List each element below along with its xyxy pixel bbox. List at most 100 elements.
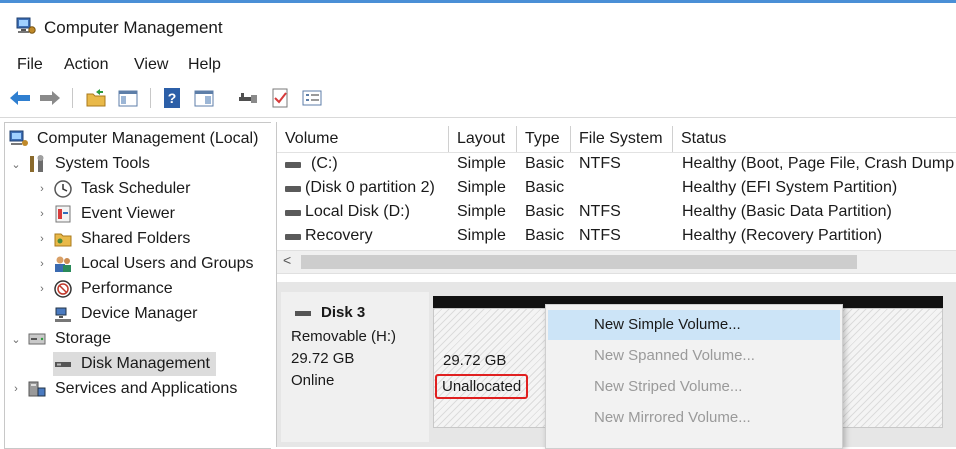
tree-item-label: System Tools	[55, 155, 150, 172]
drive-icon	[285, 162, 301, 168]
drive-icon	[285, 210, 301, 216]
unallocated-size: 29.72 GB	[443, 352, 507, 369]
tree-item-local-users[interactable]: › Local Users and Groups	[35, 252, 254, 276]
volume-file-system: NTFS	[579, 155, 621, 172]
disk-size: 29.72 GB	[291, 350, 355, 367]
unallocated-label: Unallocated	[435, 374, 529, 399]
tree-item-system-tools[interactable]: ⌄ System Tools	[9, 152, 150, 176]
disk-management-icon	[53, 354, 73, 374]
scroll-left-arrow[interactable]: <	[283, 252, 291, 268]
tree-item-performance[interactable]: › Performance	[35, 277, 173, 301]
tree-item-root[interactable]: Computer Management (Local)	[9, 127, 258, 151]
back-arrow-icon[interactable]	[8, 86, 32, 110]
tree-item-label: Local Users and Groups	[81, 255, 254, 272]
chevron-right-icon[interactable]: ›	[35, 183, 49, 195]
menu-item-new-simple-volume[interactable]: New Simple Volume...	[548, 310, 840, 340]
volume-layout: Simple	[457, 203, 506, 220]
menu-item-new-striped-volume[interactable]: New Striped Volume...	[548, 372, 840, 402]
volume-file-system: NTFS	[579, 227, 621, 244]
volume-name: Local Disk (D:)	[305, 203, 410, 220]
volume-row[interactable]: (Disk 0 partition 2) Simple Basic Health…	[277, 177, 956, 201]
toolbar: ?	[0, 82, 956, 114]
chevron-down-icon[interactable]: ⌄	[9, 158, 23, 171]
column-header-status[interactable]: Status	[673, 126, 956, 152]
tree-item-task-scheduler[interactable]: › Task Scheduler	[35, 177, 190, 201]
tree-item-services[interactable]: › Services and Applications	[9, 377, 237, 401]
menu-item-new-mirrored-volume[interactable]: New Mirrored Volume...	[548, 403, 840, 433]
volume-name: Recovery	[305, 227, 373, 244]
tree-item-shared-folders[interactable]: › Shared Folders	[35, 227, 190, 251]
properties-icon[interactable]	[192, 86, 216, 110]
chevron-right-icon[interactable]: ›	[9, 383, 23, 395]
menu-view[interactable]: View	[134, 56, 168, 74]
volume-status: Healthy (EFI System Partition)	[682, 179, 898, 196]
volume-layout: Simple	[457, 155, 506, 172]
disk-icon	[295, 311, 311, 316]
help-icon[interactable]: ?	[160, 86, 184, 110]
services-icon	[27, 379, 47, 399]
window-title: Computer Management	[44, 18, 223, 37]
forward-arrow-icon[interactable]	[38, 86, 62, 110]
volume-type: Basic	[525, 179, 565, 196]
tree-item-label: Device Manager	[81, 305, 198, 322]
volume-status: Healthy (Recovery Partition)	[682, 227, 883, 244]
volume-status: Healthy (Boot, Page File, Crash Dump	[682, 155, 955, 172]
tree-item-event-viewer[interactable]: › Event Viewer	[35, 202, 175, 226]
volume-type: Basic	[525, 227, 565, 244]
chevron-right-icon[interactable]: ›	[35, 208, 49, 220]
toolbar-divider	[0, 117, 956, 118]
list-icon[interactable]	[300, 86, 324, 110]
svg-text:?: ?	[168, 90, 177, 106]
chevron-right-icon[interactable]: ›	[35, 283, 49, 295]
disk-info-panel[interactable]: Disk 3 Removable (H:) 29.72 GB Online	[281, 292, 429, 442]
column-header-layout[interactable]: Layout	[449, 126, 517, 152]
chevron-right-icon[interactable]: ›	[35, 258, 49, 270]
navigation-tree: Computer Management (Local) ⌄ System Too…	[4, 122, 271, 449]
clock-icon	[53, 179, 73, 199]
device-manager-icon	[53, 304, 73, 324]
column-header-file-system[interactable]: File System	[571, 126, 673, 152]
drive-icon	[285, 186, 301, 192]
toolbar-separator	[150, 88, 151, 108]
menu-bar: File Action View Help	[0, 50, 956, 78]
volume-type: Basic	[525, 155, 565, 172]
volume-name: (C:)	[311, 155, 338, 172]
tree-item-label: Computer Management (Local)	[37, 130, 259, 147]
column-header-type[interactable]: Type	[517, 126, 571, 152]
disk-kind: Removable (H:)	[291, 328, 397, 345]
volume-name: (Disk 0 partition 2)	[305, 179, 435, 196]
connect-icon[interactable]	[236, 86, 260, 110]
tree-item-label: Storage	[55, 330, 112, 347]
performance-icon	[53, 279, 73, 299]
tree-item-label: Disk Management	[81, 355, 210, 372]
menu-help[interactable]: Help	[188, 56, 221, 74]
menu-item-new-spanned-volume[interactable]: New Spanned Volume...	[548, 341, 840, 371]
disk-name: Disk 3	[321, 304, 366, 321]
computer-management-icon	[16, 17, 36, 35]
menu-file[interactable]: File	[17, 56, 43, 74]
up-folder-icon[interactable]	[84, 86, 108, 110]
menu-action[interactable]: Action	[64, 56, 108, 74]
volume-row[interactable]: (C:) Simple Basic NTFS Healthy (Boot, Pa…	[277, 153, 956, 177]
show-hide-tree-icon[interactable]	[116, 86, 140, 110]
context-menu: New Simple Volume... New Spanned Volume.…	[545, 304, 843, 449]
column-header-volume[interactable]: Volume	[277, 126, 449, 152]
scrollbar-thumb[interactable]	[301, 255, 857, 269]
chevron-right-icon[interactable]: ›	[35, 233, 49, 245]
volume-row[interactable]: Local Disk (D:) Simple Basic NTFS Health…	[277, 201, 956, 225]
event-viewer-icon	[53, 204, 73, 224]
check-icon[interactable]	[268, 86, 292, 110]
volume-status: Healthy (Basic Data Partition)	[682, 203, 892, 220]
volume-row[interactable]: Recovery Simple Basic NTFS Healthy (Reco…	[277, 225, 956, 249]
tree-item-label: Event Viewer	[81, 205, 175, 222]
tree-item-disk-management[interactable]: Disk Management	[53, 352, 216, 376]
shared-folder-icon	[53, 229, 73, 249]
tree-item-storage[interactable]: ⌄ Storage	[9, 327, 111, 351]
tree-item-device-manager[interactable]: Device Manager	[53, 302, 198, 326]
drive-icon	[285, 234, 301, 240]
tree-item-label: Task Scheduler	[81, 180, 191, 197]
chevron-down-icon[interactable]: ⌄	[9, 333, 23, 346]
volume-layout: Simple	[457, 179, 506, 196]
volume-layout: Simple	[457, 227, 506, 244]
horizontal-scrollbar[interactable]: <	[277, 250, 956, 274]
